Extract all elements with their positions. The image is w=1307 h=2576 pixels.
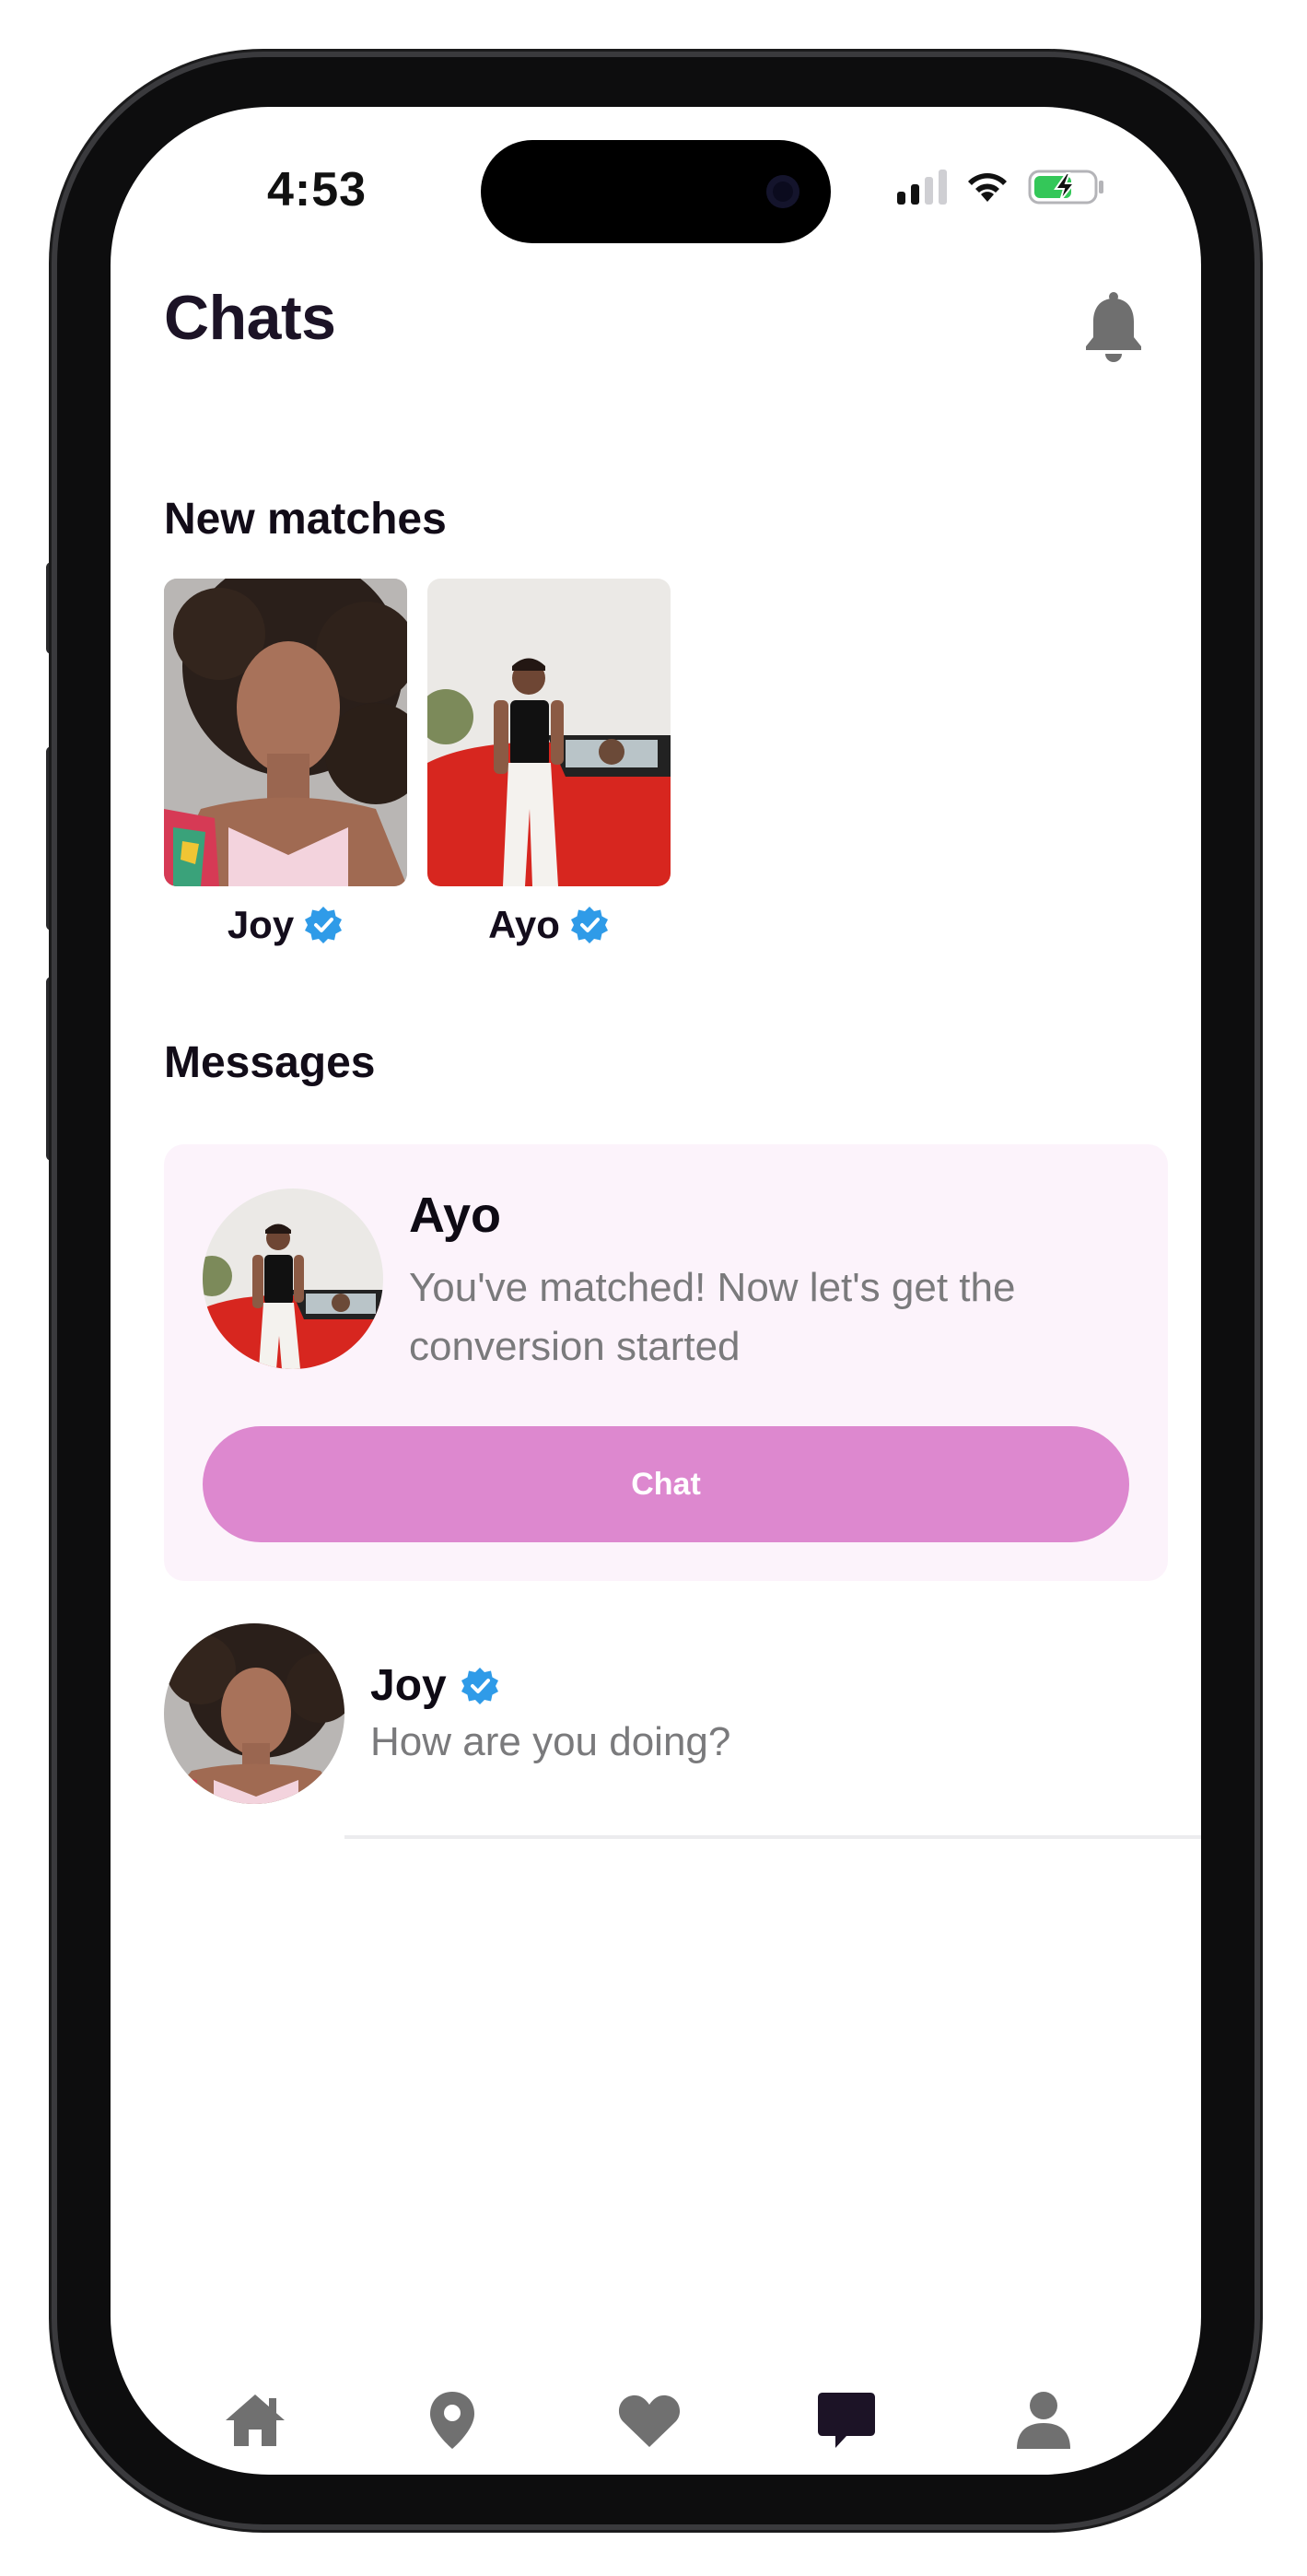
tab-location[interactable] xyxy=(411,2379,494,2462)
wifi-icon xyxy=(968,173,1007,202)
phone-frame: 4:53 Chats New matches Joy Ayo Messages … xyxy=(57,57,1254,2524)
verified-badge-icon xyxy=(461,1667,498,1704)
contact-name: Joy xyxy=(370,1661,447,1710)
conversation-name-row: Joy xyxy=(370,1660,500,1711)
dynamic-island xyxy=(481,140,831,243)
status-time: 4:53 xyxy=(267,163,368,217)
avatar-photo xyxy=(203,1188,383,1369)
chat-bubble-icon xyxy=(818,2393,875,2448)
conversation-row[interactable]: Joy How are you doing? xyxy=(164,1623,1201,1844)
status-icons xyxy=(897,168,1107,206)
match-photo[interactable] xyxy=(164,579,407,886)
avatar-photo xyxy=(164,1623,344,1804)
bottom-tab-bar xyxy=(111,2379,1201,2475)
heart-icon xyxy=(618,2395,681,2447)
portrait-photo xyxy=(427,579,671,886)
match-card-ayo[interactable]: Ayo xyxy=(427,579,671,947)
portrait-photo xyxy=(164,579,407,886)
contact-name: Ayo xyxy=(409,1188,502,1243)
tab-likes[interactable] xyxy=(608,2379,691,2462)
front-camera xyxy=(766,175,799,208)
message-preview: How are you doing? xyxy=(370,1719,731,1764)
cellular-signal-icon xyxy=(897,170,947,205)
chat-button[interactable]: Chat xyxy=(203,1426,1129,1542)
profile-icon xyxy=(1017,2392,1070,2449)
message-preview: You've matched! Now let's get the conver… xyxy=(409,1265,1016,1369)
avatar[interactable] xyxy=(203,1188,383,1369)
battery-charging-icon xyxy=(1028,170,1103,205)
verified-badge-icon xyxy=(305,907,343,943)
match-name: Joy xyxy=(227,903,295,946)
match-photo[interactable] xyxy=(427,579,671,886)
featured-match-card: Ayo You've matched! Now let's get the co… xyxy=(164,1144,1168,1581)
tab-home[interactable] xyxy=(214,2379,297,2462)
avatar[interactable] xyxy=(164,1623,344,1804)
bell-icon[interactable] xyxy=(1079,291,1148,365)
match-card-joy[interactable]: Joy xyxy=(164,579,407,947)
match-name-row: Joy xyxy=(164,903,407,947)
messages-heading: Messages xyxy=(164,1038,376,1087)
match-name: Ayo xyxy=(488,903,560,946)
app-screen: 4:53 Chats New matches Joy Ayo Messages … xyxy=(111,107,1201,2475)
tab-chats[interactable] xyxy=(805,2379,888,2462)
tab-profile[interactable] xyxy=(1002,2379,1085,2462)
match-name-row: Ayo xyxy=(427,903,671,947)
verified-badge-icon xyxy=(570,907,608,943)
home-icon xyxy=(226,2395,285,2446)
new-matches-heading: New matches xyxy=(164,495,447,544)
row-divider xyxy=(344,1835,1201,1839)
page-title: Chats xyxy=(164,283,336,353)
location-pin-icon xyxy=(430,2392,474,2449)
